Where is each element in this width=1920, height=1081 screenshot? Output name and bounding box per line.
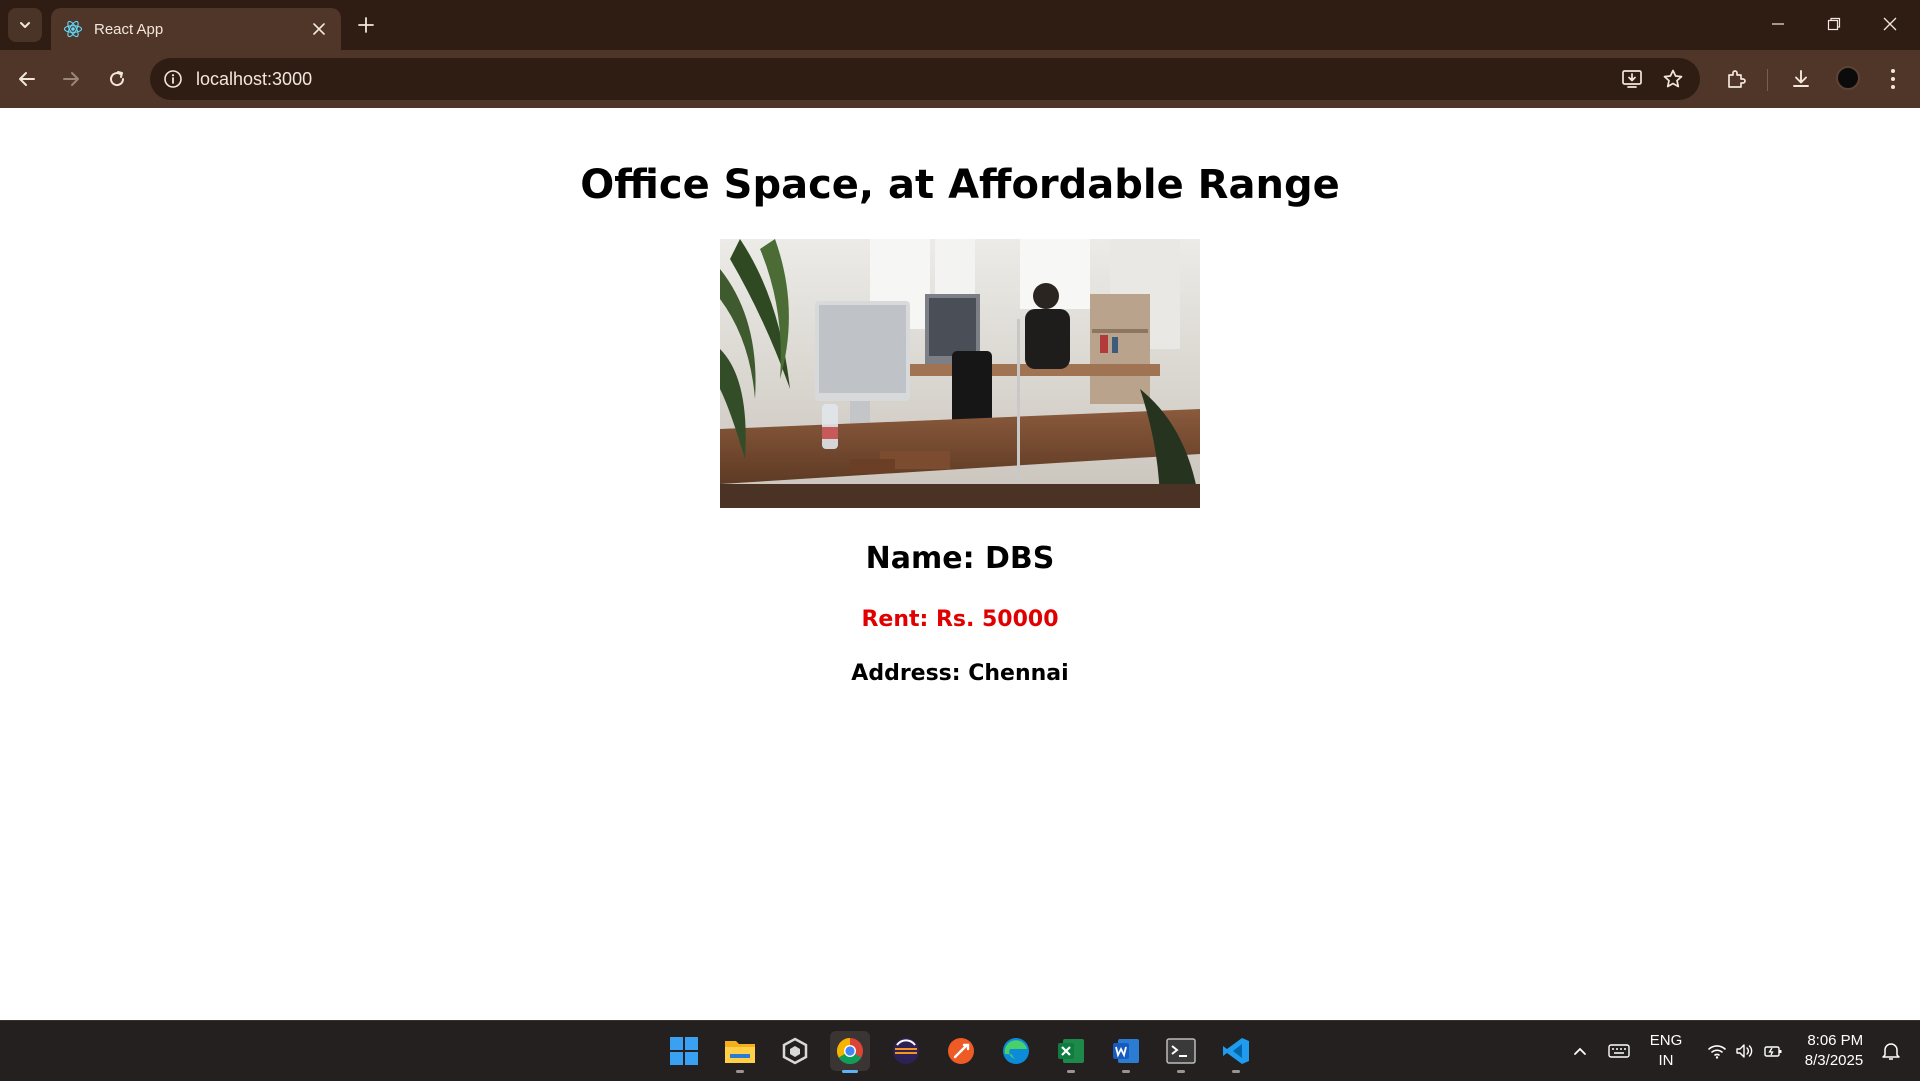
restore-window-button[interactable] [1806, 0, 1862, 48]
office-name: Name: DBS [865, 541, 1055, 576]
browser-tab-active[interactable]: React App [51, 8, 341, 50]
browser-toolbar: localhost:3000 [0, 50, 1920, 108]
install-app-icon[interactable] [1620, 67, 1644, 91]
reload-button[interactable] [102, 64, 132, 94]
input-language-indicator[interactable]: ENG IN [1646, 1021, 1686, 1081]
battery-icon [1764, 1046, 1782, 1057]
start-button[interactable] [664, 1031, 704, 1071]
keyboard-icon [1608, 1044, 1630, 1058]
office-photo [720, 239, 1200, 508]
vscode-button[interactable] [1216, 1031, 1256, 1073]
new-tab-button[interactable] [354, 13, 378, 37]
clock-time: 8:06 PM [1807, 1032, 1864, 1049]
word-icon [1113, 1039, 1139, 1063]
eclipse-button[interactable] [886, 1031, 926, 1071]
volume-icon [1736, 1044, 1753, 1058]
running-indicator [1067, 1070, 1075, 1073]
file-explorer-button[interactable] [720, 1031, 760, 1073]
eclipse-icon [893, 1038, 919, 1064]
vscode-icon [1223, 1038, 1249, 1064]
running-indicator [1232, 1070, 1240, 1073]
active-indicator [842, 1070, 858, 1073]
arrow-left-icon [19, 72, 35, 86]
page-title: Office Space, at Affordable Range [580, 162, 1340, 208]
edge-icon [1003, 1038, 1029, 1064]
postman-button[interactable] [941, 1031, 981, 1071]
browser-tab-strip: React App [0, 0, 1920, 50]
clock[interactable]: 8:06 PM 8/3/2025 [1796, 1021, 1872, 1081]
chrome-icon [836, 1037, 863, 1065]
url-text[interactable]: localhost:3000 [196, 69, 312, 90]
language-code: ENG [1649, 1032, 1683, 1049]
region-code: IN [1658, 1052, 1674, 1069]
notifications-button[interactable] [1874, 1021, 1908, 1081]
edge-button[interactable] [996, 1031, 1036, 1071]
restore-icon [1827, 17, 1841, 31]
running-indicator [736, 1070, 744, 1073]
folder-icon [725, 1041, 755, 1063]
forward-button[interactable] [56, 64, 86, 94]
reload-icon [110, 71, 125, 87]
address-bar[interactable]: localhost:3000 [150, 58, 1700, 100]
downloads-icon[interactable] [1788, 66, 1814, 92]
office-rent: Rent: Rs. 50000 [861, 607, 1059, 632]
unity-hub-button[interactable] [775, 1031, 815, 1071]
minimize-window-button[interactable] [1750, 0, 1806, 48]
touch-keyboard-button[interactable] [1604, 1021, 1634, 1081]
plus-icon [358, 17, 374, 33]
quick-settings-button[interactable] [1700, 1021, 1790, 1081]
page-content: Office Space, at Affordable Range Name: … [0, 108, 1920, 1020]
excel-button[interactable] [1051, 1031, 1091, 1073]
close-icon [1883, 17, 1897, 31]
wifi-icon [1708, 1045, 1726, 1059]
windows-taskbar: ENG IN 8:06 PM 8/3/2025 [0, 1020, 1920, 1081]
office-address: Address: Chennai [851, 661, 1069, 686]
unity-icon [782, 1037, 808, 1065]
bookmark-star-icon[interactable] [1661, 67, 1685, 91]
windows-logo-icon [670, 1037, 698, 1065]
chevron-up-icon [1574, 1047, 1586, 1055]
clock-date: 8/3/2025 [1804, 1052, 1864, 1069]
back-button[interactable] [12, 64, 42, 94]
show-hidden-icons-button[interactable] [1566, 1021, 1594, 1081]
tab-title: React App [94, 20, 164, 38]
terminal-icon [1166, 1038, 1196, 1064]
more-menu-icon[interactable] [1880, 66, 1906, 92]
notification-bell-icon [1882, 1043, 1900, 1060]
excel-icon [1058, 1039, 1084, 1063]
extensions-icon[interactable] [1723, 66, 1749, 92]
chevron-down-icon [20, 22, 30, 28]
react-logo-icon [63, 19, 83, 39]
running-indicator [1122, 1070, 1130, 1073]
site-info-icon[interactable] [162, 68, 184, 90]
running-indicator [1177, 1070, 1185, 1073]
minimize-icon [1772, 23, 1784, 25]
terminal-button[interactable] [1161, 1031, 1201, 1073]
close-tab-icon[interactable] [309, 19, 329, 39]
profile-avatar[interactable] [1836, 66, 1860, 90]
tab-search-button[interactable] [8, 8, 42, 42]
toolbar-divider [1767, 69, 1768, 91]
postman-icon [948, 1038, 974, 1064]
chrome-button[interactable] [830, 1031, 870, 1073]
word-button[interactable] [1106, 1031, 1146, 1073]
close-window-button[interactable] [1862, 0, 1918, 48]
arrow-right-icon [63, 72, 79, 86]
